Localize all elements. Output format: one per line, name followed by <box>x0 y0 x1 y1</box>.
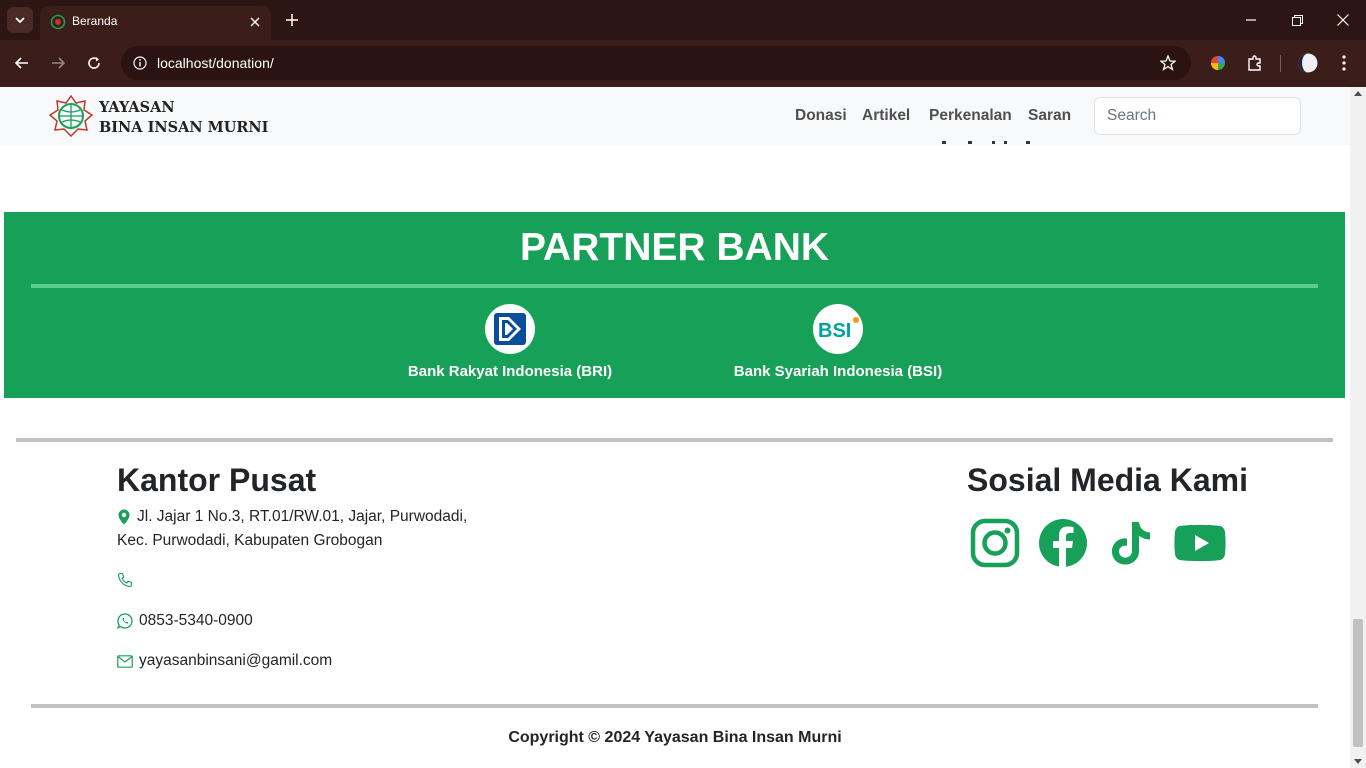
restore-icon <box>1291 14 1303 26</box>
tab-title: Beranda <box>72 14 118 28</box>
brand-line2: BINA INSAN MURNI <box>99 119 269 136</box>
address-line2: Kec. Purwodadi, Kabupaten Grobogan <box>117 532 383 549</box>
page-scrollbar[interactable] <box>1350 87 1366 768</box>
phone-icon[interactable] <box>117 572 133 588</box>
arrow-left-icon <box>15 57 28 69</box>
bank-card-bsi: BSI Bank Syariah Indonesia (BSI) <box>708 304 968 380</box>
whatsapp-icon[interactable] <box>117 613 133 629</box>
reload-icon <box>88 57 100 69</box>
browser-menu-button[interactable] <box>1331 50 1357 76</box>
bri-logo <box>485 304 535 354</box>
bsi-logo-icon: BSI <box>818 317 859 342</box>
avatar-icon <box>1298 53 1318 73</box>
minimize-button[interactable] <box>1239 8 1263 32</box>
close-icon <box>1337 14 1349 26</box>
extensions-menu-button[interactable] <box>1242 50 1268 76</box>
tab-beranda[interactable]: Beranda <box>40 6 271 40</box>
footer-divider <box>16 438 1333 442</box>
toolbar-separator <box>1280 55 1281 72</box>
bank-name-bsi: Bank Syariah Indonesia (BSI) <box>733 363 943 380</box>
instagram-icon <box>970 518 1020 568</box>
tab-search-button[interactable] <box>7 7 33 33</box>
scroll-down-arrow-icon[interactable] <box>1354 759 1362 764</box>
new-tab-button[interactable] <box>281 9 303 31</box>
address-line1: Jl. Jajar 1 No.3, RT.01/RW.01, Jajar, Pu… <box>137 508 468 525</box>
divider <box>31 284 1318 288</box>
tab-close-button[interactable] <box>245 12 265 32</box>
facebook-link[interactable] <box>1037 517 1089 569</box>
bank-name-bri: Bank Rakyat Indonesia (BRI) <box>407 363 613 380</box>
bank-card-bri: Bank Rakyat Indonesia (BRI) <box>380 304 640 380</box>
social-media-title: Sosial Media Kami <box>967 462 1248 498</box>
close-icon <box>250 17 260 27</box>
browser-toolbar: localhost/donation/ <box>0 40 1366 87</box>
scrollbar-thumb[interactable] <box>1353 619 1363 747</box>
arrow-right-icon <box>52 57 65 69</box>
back-button[interactable] <box>9 50 35 76</box>
partner-bank-title: PARTNER BANK <box>519 226 830 269</box>
site-brand[interactable]: YAYASAN BINA INSAN MURNI <box>99 98 268 138</box>
nav-link-artikel[interactable]: Artikel <box>862 107 910 125</box>
extension-button[interactable] <box>1205 50 1231 76</box>
reload-button[interactable] <box>81 50 107 76</box>
more-vertical-icon <box>1342 55 1346 71</box>
youtube-link[interactable] <box>1174 517 1226 569</box>
star-icon <box>1160 55 1176 71</box>
copyright-text: Copyright © 2024 Yayasan Bina Insan Murn… <box>508 729 842 746</box>
location-pin-icon <box>118 509 130 525</box>
youtube-icon <box>1174 524 1226 562</box>
address-bar[interactable]: localhost/donation/ <box>121 46 1191 80</box>
whatsapp-line: 0853-5340-0900 <box>117 612 253 630</box>
bookmark-button[interactable] <box>1157 52 1179 74</box>
phone-line <box>117 572 139 588</box>
favicon-icon <box>50 14 66 30</box>
close-window-button[interactable] <box>1331 8 1355 32</box>
minimize-icon <box>1246 19 1256 21</box>
info-icon <box>133 56 147 70</box>
email-line: yayasanbinsani@gamil.com <box>117 652 332 670</box>
forward-button[interactable] <box>45 50 71 76</box>
web-page: YAYASAN BINA INSAN MURNI Donasi Artikel … <box>0 87 1350 768</box>
nav-link-saran[interactable]: Saran <box>1028 107 1071 125</box>
tiktok-icon <box>1111 522 1150 565</box>
address-line: Jl. Jajar 1 No.3, RT.01/RW.01, Jajar, Pu… <box>117 508 467 526</box>
nav-link-donasi[interactable]: Donasi <box>795 107 847 125</box>
search-input[interactable] <box>1094 97 1301 135</box>
url-text: localhost/donation/ <box>157 55 274 71</box>
google-lens-icon <box>1211 56 1225 70</box>
puzzle-icon <box>1248 55 1261 71</box>
browser-chrome: Beranda localhost/donation/ <box>0 0 1366 87</box>
nav-link-perkenalan[interactable]: Perkenalan <box>929 107 1012 125</box>
whatsapp-number: 0853-5340-0900 <box>139 612 253 629</box>
brand-line1: YAYASAN <box>99 99 175 116</box>
site-navbar: YAYASAN BINA INSAN MURNI Donasi Artikel … <box>0 87 1350 145</box>
tab-strip: Beranda <box>0 0 1366 40</box>
site-info-button[interactable] <box>129 52 151 74</box>
copyright-divider <box>31 704 1318 708</box>
profile-button[interactable] <box>1295 50 1321 76</box>
tiktok-link[interactable] <box>1105 517 1157 569</box>
email-address: yayasanbinsani@gamil.com <box>139 652 333 669</box>
partner-bank-section: PARTNER BANK Bank Rakyat Indonesia (BRI)… <box>4 212 1345 398</box>
bsi-logo: BSI <box>813 304 863 354</box>
bri-logo-icon <box>494 313 526 345</box>
office-title: Kantor Pusat <box>117 462 317 498</box>
plus-icon <box>286 14 298 26</box>
clipped-content-fragment <box>942 141 1030 144</box>
yayasan-logo[interactable] <box>49 95 93 137</box>
chevron-down-icon <box>15 17 25 24</box>
svg-text:BSI: BSI <box>818 320 851 342</box>
restore-button[interactable] <box>1285 8 1309 32</box>
scroll-up-arrow-icon[interactable] <box>1354 91 1362 96</box>
instagram-link[interactable] <box>969 517 1021 569</box>
envelope-icon[interactable] <box>117 654 133 668</box>
facebook-icon <box>1039 519 1087 567</box>
